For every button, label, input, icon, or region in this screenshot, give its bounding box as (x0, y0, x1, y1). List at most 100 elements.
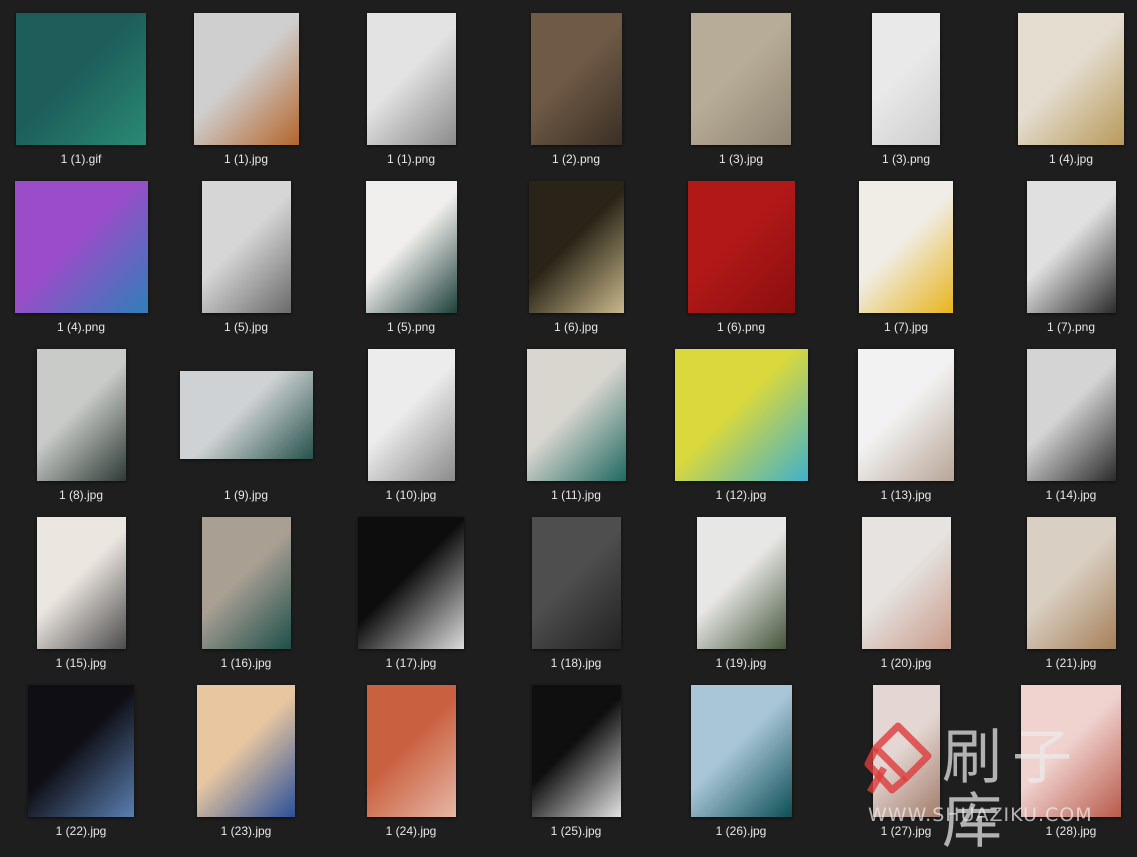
file-item[interactable]: 1 (20).jpg (828, 504, 984, 672)
file-thumbnail[interactable] (197, 685, 295, 817)
file-thumbnail[interactable] (358, 517, 464, 649)
file-name: 1 (27).jpg (880, 824, 932, 838)
file-item[interactable]: 1 (27).jpg (828, 672, 984, 840)
file-thumbnail[interactable] (14, 181, 148, 313)
file-name: 1 (24).jpg (385, 824, 437, 838)
thumbnail-frame (663, 684, 819, 818)
file-item[interactable]: 1 (9).jpg (168, 336, 324, 504)
thumbnail-frame (333, 12, 489, 146)
file-item[interactable]: 1 (15).jpg (3, 504, 159, 672)
thumbnail-frame (498, 348, 654, 482)
file-thumbnail[interactable] (367, 349, 455, 481)
thumbnail-frame (498, 684, 654, 818)
file-item[interactable]: 1 (17).jpg (333, 504, 489, 672)
file-item[interactable]: 1 (21).jpg (993, 504, 1137, 672)
file-name: 1 (1).png (386, 152, 436, 166)
file-name: 1 (12).jpg (715, 488, 767, 502)
file-item[interactable]: 1 (22).jpg (3, 672, 159, 840)
file-thumbnail[interactable] (16, 13, 146, 145)
file-name: 1 (2).png (551, 152, 601, 166)
file-item[interactable]: 1 (14).jpg (993, 336, 1137, 504)
thumbnail-frame (828, 12, 984, 146)
file-thumbnail[interactable] (687, 181, 795, 313)
thumbnail-frame (993, 684, 1137, 818)
thumbnail-frame (828, 684, 984, 818)
file-name: 1 (9).jpg (223, 488, 269, 502)
thumbnail-frame (333, 516, 489, 650)
file-name: 1 (28).jpg (1045, 824, 1097, 838)
file-thumbnail[interactable] (872, 13, 940, 145)
file-name: 1 (18).jpg (550, 656, 602, 670)
file-item[interactable]: 1 (12).jpg (663, 336, 819, 504)
thumbnail-frame (993, 180, 1137, 314)
file-item[interactable]: 1 (19).jpg (663, 504, 819, 672)
file-name: 1 (25).jpg (550, 824, 602, 838)
file-thumbnail[interactable] (36, 349, 126, 481)
file-thumbnail[interactable] (1018, 13, 1124, 145)
file-item[interactable]: 1 (10).jpg (333, 336, 489, 504)
file-thumbnail[interactable] (366, 13, 456, 145)
file-thumbnail[interactable] (690, 685, 792, 817)
file-thumbnail[interactable] (1026, 517, 1116, 649)
file-thumbnail[interactable] (36, 517, 126, 649)
file-item[interactable]: 1 (3).jpg (663, 0, 819, 168)
thumbnail-frame (333, 684, 489, 818)
file-item[interactable]: 1 (25).jpg (498, 672, 654, 840)
file-item[interactable]: 1 (7).jpg (828, 168, 984, 336)
file-item[interactable]: 1 (16).jpg (168, 504, 324, 672)
file-thumbnail[interactable] (528, 181, 624, 313)
file-item[interactable]: 1 (8).jpg (3, 336, 159, 504)
file-item[interactable]: 1 (5).png (333, 168, 489, 336)
file-item[interactable]: 1 (18).jpg (498, 504, 654, 672)
file-item[interactable]: 1 (5).jpg (168, 168, 324, 336)
file-item[interactable]: 1 (6).jpg (498, 168, 654, 336)
file-name: 1 (21).jpg (1045, 656, 1097, 670)
file-name: 1 (7).jpg (883, 320, 929, 334)
file-item[interactable]: 1 (4).jpg (993, 0, 1137, 168)
file-thumbnail[interactable] (861, 517, 951, 649)
file-item[interactable]: 1 (3).png (828, 0, 984, 168)
file-thumbnail[interactable] (872, 685, 940, 817)
file-grid: 1 (1).gif 1 (1).jpg 1 (1).png 1 (2).png 1 (3… (0, 0, 1137, 847)
thumbnail-frame (828, 348, 984, 482)
file-thumbnail[interactable] (531, 517, 621, 649)
file-thumbnail[interactable] (696, 517, 786, 649)
file-item[interactable]: 1 (26).jpg (663, 672, 819, 840)
file-name: 1 (4).png (56, 320, 106, 334)
file-thumbnail[interactable] (1026, 181, 1116, 313)
thumbnail-frame (168, 180, 324, 314)
file-name: 1 (16).jpg (220, 656, 272, 670)
file-item[interactable]: 1 (23).jpg (168, 672, 324, 840)
file-item[interactable]: 1 (24).jpg (333, 672, 489, 840)
file-thumbnail[interactable] (1026, 349, 1116, 481)
file-thumbnail[interactable] (674, 349, 808, 481)
file-thumbnail[interactable] (201, 517, 291, 649)
file-thumbnail[interactable] (526, 349, 626, 481)
file-item[interactable]: 1 (13).jpg (828, 336, 984, 504)
file-item[interactable]: 1 (1).gif (3, 0, 159, 168)
file-name: 1 (7).png (1046, 320, 1096, 334)
file-item[interactable]: 1 (1).png (333, 0, 489, 168)
file-thumbnail[interactable] (366, 685, 456, 817)
file-thumbnail[interactable] (201, 181, 291, 313)
file-item[interactable]: 1 (4).png (3, 168, 159, 336)
file-thumbnail[interactable] (365, 181, 457, 313)
file-item[interactable]: 1 (11).jpg (498, 336, 654, 504)
file-thumbnail[interactable] (193, 13, 299, 145)
file-thumbnail[interactable] (179, 371, 313, 459)
file-thumbnail[interactable] (530, 13, 622, 145)
file-thumbnail[interactable] (691, 13, 791, 145)
file-item[interactable]: 1 (6).png (663, 168, 819, 336)
file-name: 1 (4).jpg (1048, 152, 1094, 166)
file-thumbnail[interactable] (28, 685, 134, 817)
file-name: 1 (13).jpg (880, 488, 932, 502)
file-item[interactable]: 1 (7).png (993, 168, 1137, 336)
file-thumbnail[interactable] (859, 181, 953, 313)
file-item[interactable]: 1 (1).jpg (168, 0, 324, 168)
file-item[interactable]: 1 (28).jpg (993, 672, 1137, 840)
file-item[interactable]: 1 (2).png (498, 0, 654, 168)
file-thumbnail[interactable] (1021, 685, 1121, 817)
file-thumbnail[interactable] (858, 349, 954, 481)
thumbnail-frame (828, 516, 984, 650)
file-thumbnail[interactable] (531, 685, 621, 817)
